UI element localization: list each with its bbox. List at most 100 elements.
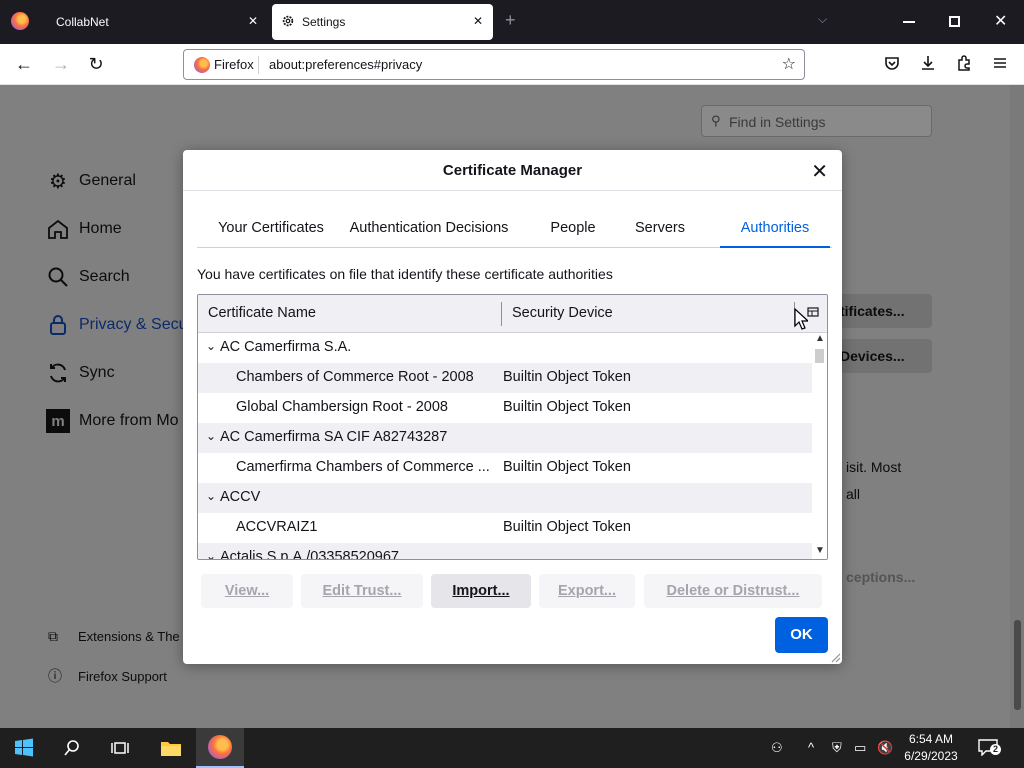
tab-servers[interactable]: Servers: [634, 208, 686, 248]
people-icon[interactable]: ⚇: [771, 740, 783, 756]
search-icon: ⚲: [711, 113, 721, 128]
search-icon: [64, 740, 79, 756]
tree-row-certificate[interactable]: Global Chambersign Root - 2008 Builtin O…: [198, 393, 812, 423]
find-in-settings-input[interactable]: ⚲ Find in Settings: [701, 105, 932, 137]
tab-settings[interactable]: Settings ✕: [272, 4, 493, 40]
group-name: Actalis S.p.A./03358520967: [220, 549, 399, 560]
url-bar[interactable]: Firefox about:preferences#privacy ☆: [183, 49, 805, 80]
tab-people[interactable]: People: [549, 208, 597, 248]
tab-authentication-decisions[interactable]: Authentication Decisions: [347, 208, 511, 248]
tab-authorities[interactable]: Authorities: [720, 208, 830, 248]
chevron-down-icon[interactable]: ⌄: [206, 489, 216, 503]
close-icon[interactable]: ✕: [248, 14, 258, 28]
category-privacy[interactable]: Privacy & Secu: [46, 310, 187, 340]
scrollbar-thumb[interactable]: [1014, 620, 1021, 710]
tab-bar: CollabNet ✕ Settings ✕ + ⌵ ✕: [0, 0, 1024, 44]
page-scrollbar[interactable]: [1010, 85, 1024, 728]
ok-button[interactable]: OK: [775, 617, 828, 653]
tab-your-certificates[interactable]: Your Certificates: [197, 208, 345, 248]
bookmark-star-icon[interactable]: ☆: [782, 54, 796, 74]
lock-icon: [50, 315, 66, 335]
chevron-down-icon[interactable]: ⌄: [206, 549, 216, 559]
firefox-icon: [208, 735, 232, 759]
back-arrow-icon[interactable]: ←: [13, 53, 35, 75]
tab-collabnet[interactable]: CollabNet ✕: [44, 4, 268, 40]
gear-icon: ⚙: [49, 170, 67, 193]
network-icon[interactable]: ▭: [854, 740, 866, 756]
start-button[interactable]: [0, 728, 48, 768]
download-icon[interactable]: [919, 54, 937, 72]
security-device: Builtin Object Token: [503, 459, 631, 475]
footer-extensions-themes[interactable]: ⧉ Extensions & The: [48, 628, 180, 645]
category-search[interactable]: Search: [46, 262, 130, 292]
chevron-down-icon[interactable]: ⌵: [818, 12, 827, 27]
navigation-toolbar: ← → ↻ Firefox about:preferences#privacy …: [0, 44, 1024, 85]
forward-arrow-icon[interactable]: →: [50, 53, 72, 75]
security-shield-icon[interactable]: ⛨: [832, 740, 842, 756]
column-security-device[interactable]: Security Device: [512, 305, 613, 321]
close-icon[interactable]: ✕: [473, 14, 483, 28]
close-icon[interactable]: ✕: [811, 159, 828, 184]
category-sync[interactable]: Sync: [46, 358, 115, 388]
tree-row-group[interactable]: ⌄ Actalis S.p.A./03358520967: [198, 543, 812, 560]
category-more-from-mozilla[interactable]: m More from Mo: [46, 406, 179, 436]
hamburger-menu-icon[interactable]: [991, 54, 1009, 72]
clock-date: 6/29/2023: [904, 749, 958, 763]
view-button[interactable]: View...: [201, 574, 293, 608]
tree-row-certificate[interactable]: Chambers of Commerce Root - 2008 Builtin…: [198, 363, 812, 393]
footer-firefox-support[interactable]: ⓘ Firefox Support: [48, 666, 167, 686]
export-button[interactable]: Export...: [539, 574, 635, 608]
column-picker-icon[interactable]: [807, 307, 819, 319]
url-input[interactable]: about:preferences#privacy: [269, 57, 422, 72]
chevron-down-icon[interactable]: ⌄: [206, 339, 216, 353]
reload-icon[interactable]: ↻: [85, 53, 107, 75]
import-button[interactable]: Import...: [431, 574, 531, 608]
exceptions-button[interactable]: ceptions...: [846, 569, 915, 585]
scroll-up-icon[interactable]: ▲: [815, 333, 825, 344]
tree-row-group[interactable]: ⌄ AC Camerfirma SA CIF A82743287: [198, 423, 812, 453]
security-device: Builtin Object Token: [503, 369, 631, 385]
category-home[interactable]: Home: [46, 214, 122, 244]
tree-row-group[interactable]: ⌄ AC Camerfirma S.A.: [198, 333, 812, 363]
resize-grip-icon[interactable]: [829, 651, 841, 663]
edit-trust-button[interactable]: Edit Trust...: [301, 574, 423, 608]
gear-icon: [282, 15, 294, 27]
firefox-taskbar-button[interactable]: [196, 728, 244, 768]
extensions-icon[interactable]: [955, 54, 973, 72]
group-name: ACCV: [220, 489, 261, 505]
pocket-icon[interactable]: [883, 54, 901, 72]
firefox-menu-icon[interactable]: [11, 12, 29, 30]
category-label: More from Mo: [79, 412, 179, 429]
column-divider[interactable]: [501, 302, 502, 326]
tree-row-certificate[interactable]: Camerfirma Chambers of Commerce ... Buil…: [198, 453, 812, 483]
windows-logo-icon: [15, 738, 33, 757]
mouse-cursor-icon: [794, 308, 808, 330]
column-certificate-name[interactable]: Certificate Name: [208, 305, 316, 321]
volume-muted-icon[interactable]: 🔇: [877, 740, 893, 756]
task-view-button[interactable]: [96, 728, 144, 768]
close-window-icon[interactable]: ✕: [994, 11, 1007, 31]
chevron-up-icon[interactable]: ^: [808, 740, 814, 755]
chevron-down-icon[interactable]: ⌄: [206, 429, 216, 443]
search-button[interactable]: [48, 728, 96, 768]
minimize-icon[interactable]: [903, 21, 915, 23]
scroll-down-icon[interactable]: ▼: [815, 545, 825, 556]
certificate-rows: ⌄ AC Camerfirma S.A. Chambers of Commerc…: [198, 333, 812, 560]
folder-icon: [161, 742, 181, 756]
group-name: AC Camerfirma SA CIF A82743287: [220, 429, 448, 445]
file-explorer-button[interactable]: [147, 728, 195, 768]
scrollbar-thumb[interactable]: [815, 349, 824, 363]
maximize-icon[interactable]: [949, 16, 960, 27]
certificate-name: Camerfirma Chambers of Commerce ...: [236, 459, 490, 475]
delete-or-distrust-button[interactable]: Delete or Distrust...: [644, 574, 822, 608]
dialog-title: Certificate Manager: [183, 150, 842, 191]
system-clock[interactable]: 6:54 AM 6/29/2023: [896, 731, 966, 765]
notification-center-button[interactable]: 2: [978, 738, 1001, 758]
new-tab-button[interactable]: +: [505, 11, 516, 29]
notification-count: 2: [990, 744, 1001, 755]
tree-scrollbar[interactable]: ▲ ▼: [812, 333, 827, 559]
tree-row-group[interactable]: ⌄ ACCV: [198, 483, 812, 513]
category-general[interactable]: ⚙ General: [46, 166, 136, 196]
tree-row-certificate[interactable]: ACCVRAIZ1 Builtin Object Token: [198, 513, 812, 543]
footer-label: Firefox Support: [78, 668, 167, 684]
